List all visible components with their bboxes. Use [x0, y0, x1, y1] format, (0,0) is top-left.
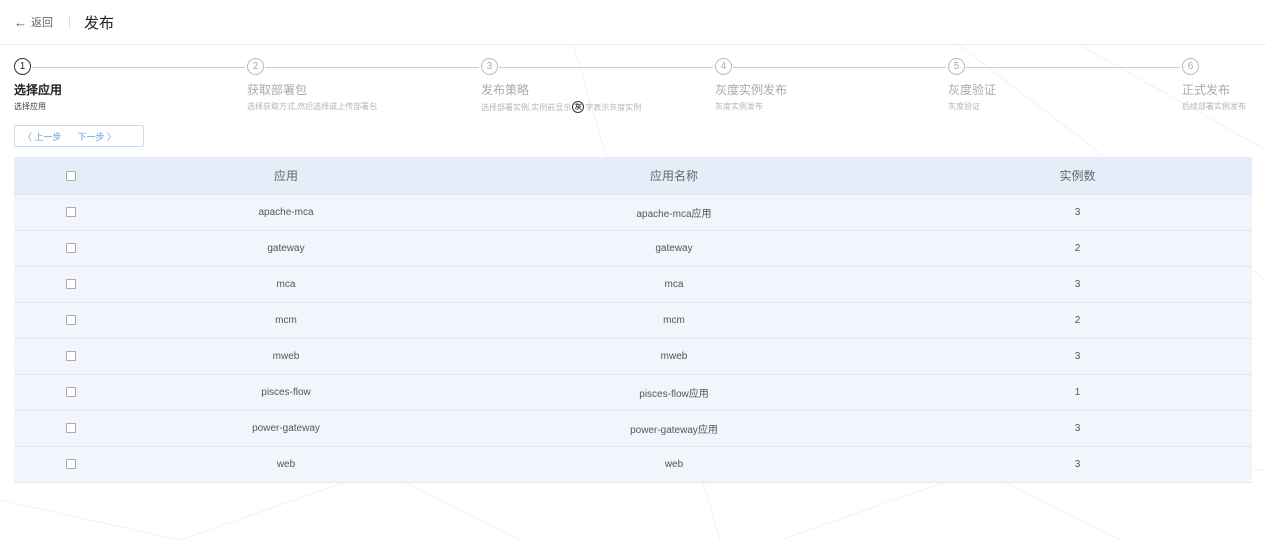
row-checkbox[interactable] — [65, 242, 76, 253]
cell-instance-count: 1 — [1074, 386, 1081, 398]
table-row[interactable]: power-gateway power-gateway应用 3 — [14, 410, 1252, 446]
step-label: 发布策略 — [481, 83, 530, 97]
table-header-row: 应用 应用名称 实例数 — [14, 157, 1252, 194]
cell-app: web — [276, 458, 296, 470]
step-4: 4 灰度实例发布 灰度实例发布 — [715, 58, 787, 112]
cell-app: power-gateway — [252, 422, 320, 434]
cell-app-name: web — [664, 458, 684, 470]
table-row[interactable]: gateway gateway 2 — [14, 230, 1252, 266]
cell-instance-count: 2 — [1074, 242, 1081, 254]
gray-instance-badge: 灰 — [572, 101, 585, 113]
column-header-app-name: 应用名称 — [649, 168, 698, 183]
step-number: 6 — [1182, 58, 1199, 75]
cell-app: mca — [276, 278, 296, 290]
arrow-left-icon: ← — [14, 14, 27, 30]
step-label: 灰度验证 — [948, 83, 997, 97]
step-connector — [32, 67, 245, 68]
cell-app: pisces-flow — [261, 386, 311, 398]
row-checkbox[interactable] — [65, 422, 76, 433]
step-description-suffix: 字表示灰度实例 — [585, 102, 642, 112]
cell-app: mweb — [272, 350, 300, 362]
step-progress: 1 选择应用 选择应用 2 获取部署包 选择获取方式,然后选择或上传部署包 3 … — [0, 58, 1266, 118]
cell-instance-count: 2 — [1074, 314, 1081, 326]
step-3: 3 发布策略 选择部署实例,实例前显示 灰 字表示灰度实例 — [481, 58, 641, 113]
table-row[interactable]: pisces-flow pisces-flow应用 1 — [14, 374, 1252, 410]
row-checkbox[interactable] — [65, 350, 76, 361]
step-description: 选择部署实例,实例前显示 灰 字表示灰度实例 — [481, 101, 641, 113]
step-number: 1 — [14, 58, 31, 75]
step-label: 选择应用 — [14, 83, 63, 97]
cell-app-name: mcm — [663, 314, 685, 326]
header-divider — [69, 15, 70, 29]
step-pager: 〈 上一步 下一步 〉 — [14, 125, 144, 147]
row-checkbox[interactable] — [65, 314, 76, 325]
row-checkbox[interactable] — [65, 458, 76, 469]
select-all-checkbox[interactable] — [65, 171, 76, 182]
step-description: 后续部署实例发布 — [1182, 102, 1246, 111]
step-description: 选择应用 — [14, 102, 46, 111]
row-checkbox[interactable] — [65, 206, 76, 217]
cell-app: gateway — [267, 242, 305, 254]
cell-instance-count: 3 — [1074, 458, 1081, 470]
step-1: 1 选择应用 选择应用 — [14, 58, 62, 112]
back-button[interactable]: ← 返回 — [14, 14, 53, 30]
step-description: 选择获取方式,然后选择或上传部署包 — [247, 102, 378, 111]
cell-app-name: mweb — [660, 350, 688, 362]
cell-app: apache-mca — [258, 206, 314, 218]
step-number: 2 — [247, 58, 264, 75]
cell-app-name: power-gateway应用 — [630, 424, 718, 436]
cell-app-name: mca — [664, 278, 684, 290]
column-header-instance-count: 实例数 — [1059, 168, 1096, 183]
step-number: 4 — [715, 58, 732, 75]
table-row[interactable]: web web 3 — [14, 446, 1252, 482]
column-header-app: 应用 — [273, 168, 298, 183]
cell-instance-count: 3 — [1074, 350, 1081, 362]
step-description: 灰度实例发布 — [715, 102, 763, 111]
step-6: 6 正式发布 后续部署实例发布 — [1182, 58, 1246, 112]
step-number: 3 — [481, 58, 498, 75]
step-label: 正式发布 — [1182, 83, 1231, 97]
page-title: 发布 — [84, 14, 115, 32]
table-row[interactable]: mweb mweb 3 — [14, 338, 1252, 374]
cell-app-name: apache-mca应用 — [636, 208, 712, 220]
next-step-button[interactable]: 下一步 〉 — [70, 126, 125, 146]
step-5: 5 灰度验证 灰度验证 — [948, 58, 996, 112]
app-table: 应用 应用名称 实例数 apache-mca apache-mca应用 3 ga… — [14, 157, 1252, 483]
back-label: 返回 — [31, 17, 53, 29]
cell-instance-count: 3 — [1074, 422, 1081, 434]
step-description: 灰度验证 — [948, 102, 980, 111]
cell-instance-count: 3 — [1074, 206, 1081, 218]
row-checkbox[interactable] — [65, 278, 76, 289]
step-description-prefix: 选择部署实例,实例前显示 — [481, 102, 572, 112]
cell-app-name: pisces-flow应用 — [639, 388, 709, 400]
cell-app: mcm — [275, 314, 297, 326]
step-2: 2 获取部署包 选择获取方式,然后选择或上传部署包 — [247, 58, 377, 112]
cell-app-name: gateway — [655, 242, 693, 254]
table-row[interactable]: mca mca 3 — [14, 266, 1252, 302]
step-connector — [966, 67, 1180, 68]
row-checkbox[interactable] — [65, 386, 76, 397]
prev-step-button[interactable]: 〈 上一步 — [15, 126, 70, 146]
page-header: ← 返回 发布 — [0, 0, 1266, 45]
step-number: 5 — [948, 58, 965, 75]
step-label: 灰度实例发布 — [715, 83, 788, 97]
cell-instance-count: 3 — [1074, 278, 1081, 290]
table-row[interactable]: mcm mcm 2 — [14, 302, 1252, 338]
table-row[interactable]: apache-mca apache-mca应用 3 — [14, 194, 1252, 230]
step-label: 获取部署包 — [247, 83, 308, 97]
